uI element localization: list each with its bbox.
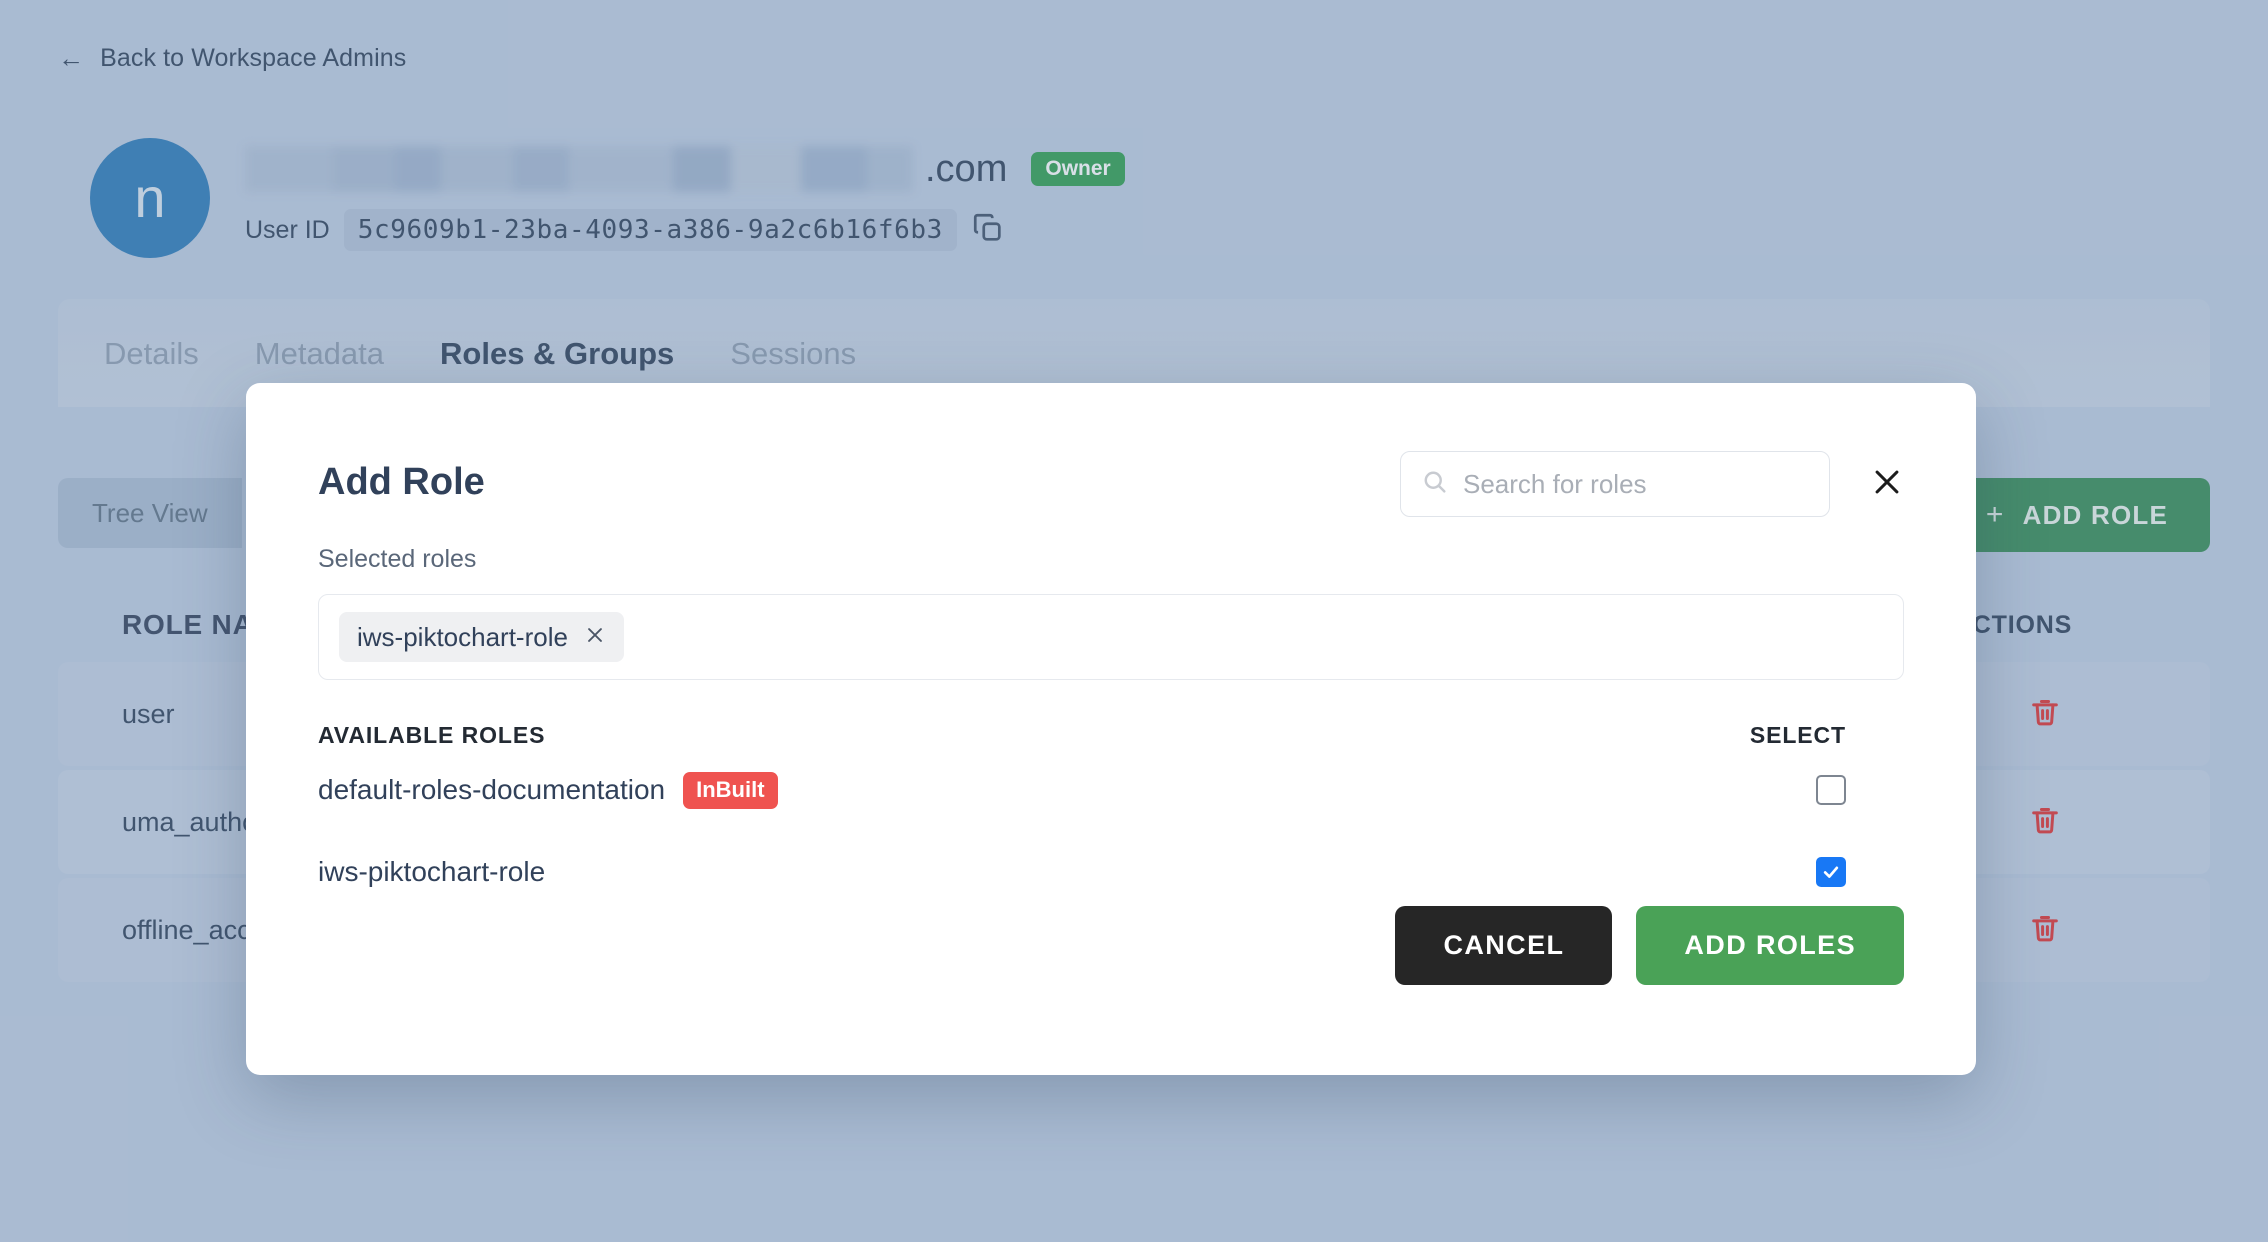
role-checkbox-unchecked[interactable] xyxy=(1816,775,1846,805)
available-role-name: default-roles-documentation xyxy=(318,774,666,805)
selected-roles-label: Selected roles xyxy=(318,545,477,573)
inbuilt-badge: InBuilt xyxy=(683,771,778,809)
modal-header: Add Role xyxy=(318,383,1904,517)
modal-footer-actions: CANCEL ADD ROLES xyxy=(1395,906,1904,985)
available-roles-label: AVAILABLE ROLES xyxy=(318,722,546,748)
add-role-modal: Add Role Selected roles iws-piktoch xyxy=(246,383,1976,1075)
add-roles-button[interactable]: ADD ROLES xyxy=(1636,906,1904,985)
cancel-button[interactable]: CANCEL xyxy=(1395,906,1613,985)
search-icon xyxy=(1421,468,1449,501)
selected-roles-container: iws-piktochart-role xyxy=(318,594,1904,680)
search-input[interactable] xyxy=(1463,468,1809,500)
close-icon[interactable] xyxy=(584,624,606,650)
available-role-row[interactable]: iws-piktochart-role xyxy=(318,831,1904,913)
available-role-row[interactable]: default-roles-documentation InBuilt xyxy=(318,749,1904,831)
select-column-label: SELECT xyxy=(1749,722,1846,748)
role-checkbox-checked[interactable] xyxy=(1816,857,1846,887)
modal-title: Add Role xyxy=(318,461,485,503)
selected-role-chip[interactable]: iws-piktochart-role xyxy=(339,612,624,662)
selected-role-chip-label: iws-piktochart-role xyxy=(357,622,568,652)
available-roles-header: AVAILABLE ROLES SELECT xyxy=(318,722,1904,749)
search-roles-box[interactable] xyxy=(1400,451,1830,517)
available-role-name: iws-piktochart-role xyxy=(318,856,546,887)
close-icon[interactable] xyxy=(1870,465,1904,504)
